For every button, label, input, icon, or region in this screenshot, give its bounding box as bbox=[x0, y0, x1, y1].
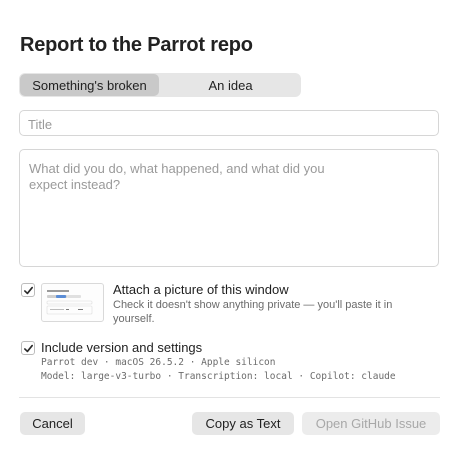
segment-something-broken[interactable]: Something's broken bbox=[20, 74, 159, 96]
include-settings-checkbox[interactable] bbox=[21, 341, 35, 355]
open-github-issue-button[interactable]: Open GitHub Issue bbox=[302, 412, 440, 435]
attach-picture-checkbox[interactable] bbox=[21, 283, 35, 297]
checkmark-icon bbox=[23, 286, 33, 294]
footer-divider bbox=[19, 397, 440, 398]
segment-an-idea[interactable]: An idea bbox=[161, 74, 300, 96]
checkmark-icon bbox=[23, 344, 33, 352]
cancel-button[interactable]: Cancel bbox=[20, 412, 85, 435]
attach-picture-label: Attach a picture of this window bbox=[113, 282, 289, 297]
window-preview-thumbnail bbox=[41, 283, 104, 322]
title-input[interactable]: Title bbox=[19, 110, 439, 136]
settings-details-line-1: Parrot dev · macOS 26.5.2 · Apple silico… bbox=[41, 357, 276, 368]
description-textarea[interactable]: What did you do, what happened, and what… bbox=[19, 149, 439, 267]
title-input-placeholder: Title bbox=[28, 117, 53, 132]
dialog-title: Report to the Parrot repo bbox=[20, 34, 253, 56]
attach-picture-hint: Check it doesn't show anything private —… bbox=[113, 299, 393, 325]
description-placeholder: What did you do, what happened, and what… bbox=[29, 161, 325, 192]
kind-segmented-control: Something's broken An idea bbox=[19, 73, 301, 97]
settings-details-line-2: Model: large-v3-turbo · Transcription: l… bbox=[41, 371, 396, 382]
include-settings-label: Include version and settings bbox=[41, 340, 203, 355]
copy-as-text-button[interactable]: Copy as Text bbox=[192, 412, 294, 435]
